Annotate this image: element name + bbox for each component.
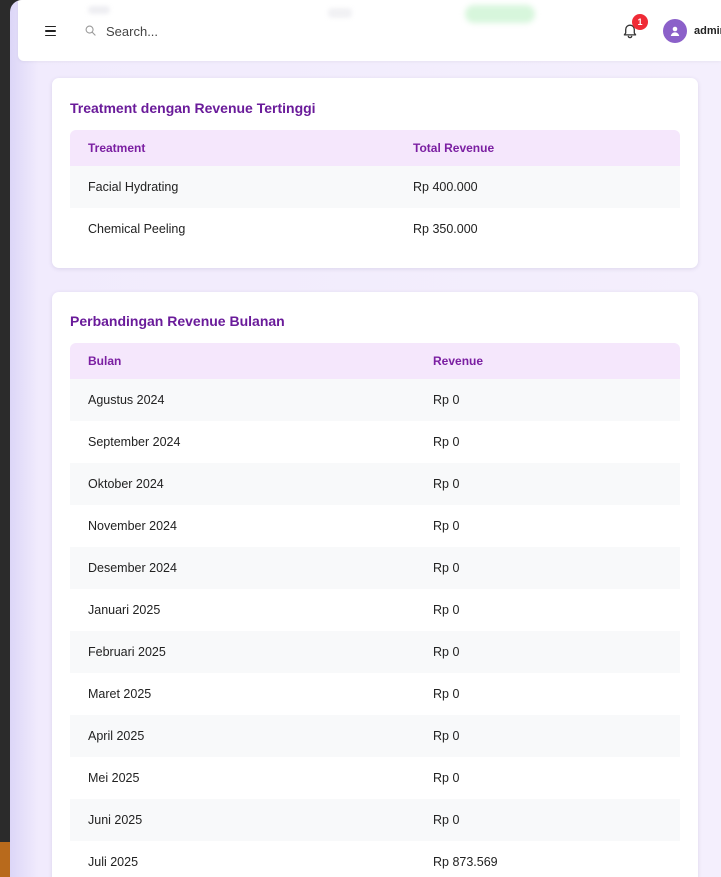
- treatment-revenue: Rp 400.000: [413, 180, 478, 194]
- table-row: November 2024 Rp 0: [70, 505, 680, 547]
- table-row: Maret 2025 Rp 0: [70, 673, 680, 715]
- card-title: Treatment dengan Revenue Tertinggi: [70, 100, 316, 116]
- table-header: Treatment Total Revenue: [70, 130, 680, 166]
- top-treatments-table: Treatment Total Revenue Facial Hydrating…: [70, 130, 680, 250]
- month-label: Agustus 2024: [88, 393, 165, 407]
- table-row: Februari 2025 Rp 0: [70, 631, 680, 673]
- month-revenue: Rp 0: [433, 519, 460, 533]
- table-row: September 2024 Rp 0: [70, 421, 680, 463]
- column-header-treatment: Treatment: [88, 141, 146, 155]
- column-header-total-revenue: Total Revenue: [413, 141, 495, 155]
- faded-nav-item: [88, 6, 110, 14]
- table-row: Oktober 2024 Rp 0: [70, 463, 680, 505]
- username: admin: [694, 25, 721, 37]
- month-revenue: Rp 873.569: [433, 855, 498, 869]
- menu-line: [44, 34, 56, 37]
- month-revenue: Rp 0: [433, 603, 460, 617]
- month-revenue: Rp 0: [433, 561, 460, 575]
- menu-line: [44, 30, 56, 32]
- month-label: Januari 2025: [88, 603, 161, 617]
- column-header-bulan: Bulan: [88, 354, 122, 368]
- month-label: November 2024: [88, 519, 177, 533]
- menu-line: [44, 25, 56, 28]
- month-label: Oktober 2024: [88, 477, 164, 491]
- scrollbar[interactable]: [707, 61, 721, 877]
- month-revenue: Rp 0: [433, 687, 460, 701]
- user-icon: [670, 26, 680, 36]
- month-label: Maret 2025: [88, 687, 152, 701]
- search-input[interactable]: [106, 20, 316, 42]
- table-row: Mei 2025 Rp 0: [70, 757, 680, 799]
- month-revenue: Rp 0: [433, 645, 460, 659]
- month-revenue: Rp 0: [433, 393, 460, 407]
- search-box: [82, 20, 322, 42]
- month-label: Februari 2025: [88, 645, 166, 659]
- table-row: April 2025 Rp 0: [70, 715, 680, 757]
- top-treatments-card: Treatment dengan Revenue Tertinggi Treat…: [52, 78, 698, 268]
- table-row: Chemical Peeling Rp 350.000: [70, 208, 680, 250]
- monthly-revenue-card: Perbandingan Revenue Bulanan Bulan Reven…: [52, 292, 698, 877]
- month-revenue: Rp 0: [433, 477, 460, 491]
- month-revenue: Rp 0: [433, 729, 460, 743]
- month-revenue: Rp 0: [433, 813, 460, 827]
- month-revenue: Rp 0: [433, 771, 460, 785]
- card-title: Perbandingan Revenue Bulanan: [70, 313, 285, 329]
- month-revenue: Rp 0: [433, 435, 460, 449]
- month-label: September 2024: [88, 435, 181, 449]
- table-row: Desember 2024 Rp 0: [70, 547, 680, 589]
- month-label: April 2025: [88, 729, 145, 743]
- treatment-name: Facial Hydrating: [88, 180, 179, 194]
- table-row: Januari 2025 Rp 0: [70, 589, 680, 631]
- column-header-revenue: Revenue: [433, 354, 484, 368]
- table-header: Bulan Revenue: [70, 343, 680, 379]
- month-label: Mei 2025: [88, 771, 140, 785]
- table-row: Facial Hydrating Rp 400.000: [70, 166, 680, 208]
- user-menu[interactable]: admin: [663, 19, 721, 43]
- month-label: Desember 2024: [88, 561, 177, 575]
- app-window: 1 admin Treatment dengan Revenue Terting…: [10, 0, 721, 877]
- faded-nav-item: [328, 8, 352, 18]
- faded-status-pill: [465, 5, 535, 23]
- hamburger-menu-icon[interactable]: [40, 21, 60, 41]
- month-label: Juni 2025: [88, 813, 143, 827]
- month-label: Juli 2025: [88, 855, 139, 869]
- monthly-revenue-table: Bulan Revenue Agustus 2024 Rp 0 Septembe…: [70, 343, 680, 877]
- notification-badge: 1: [632, 14, 648, 30]
- top-navbar: 1 admin: [18, 0, 721, 61]
- table-row: Agustus 2024 Rp 0: [70, 379, 680, 421]
- treatment-name: Chemical Peeling: [88, 222, 186, 236]
- treatment-revenue: Rp 350.000: [413, 222, 478, 236]
- search-icon: [85, 25, 96, 36]
- table-row: Juli 2025 Rp 873.569: [70, 841, 680, 877]
- avatar: [663, 19, 687, 43]
- table-row: Juni 2025 Rp 0: [70, 799, 680, 841]
